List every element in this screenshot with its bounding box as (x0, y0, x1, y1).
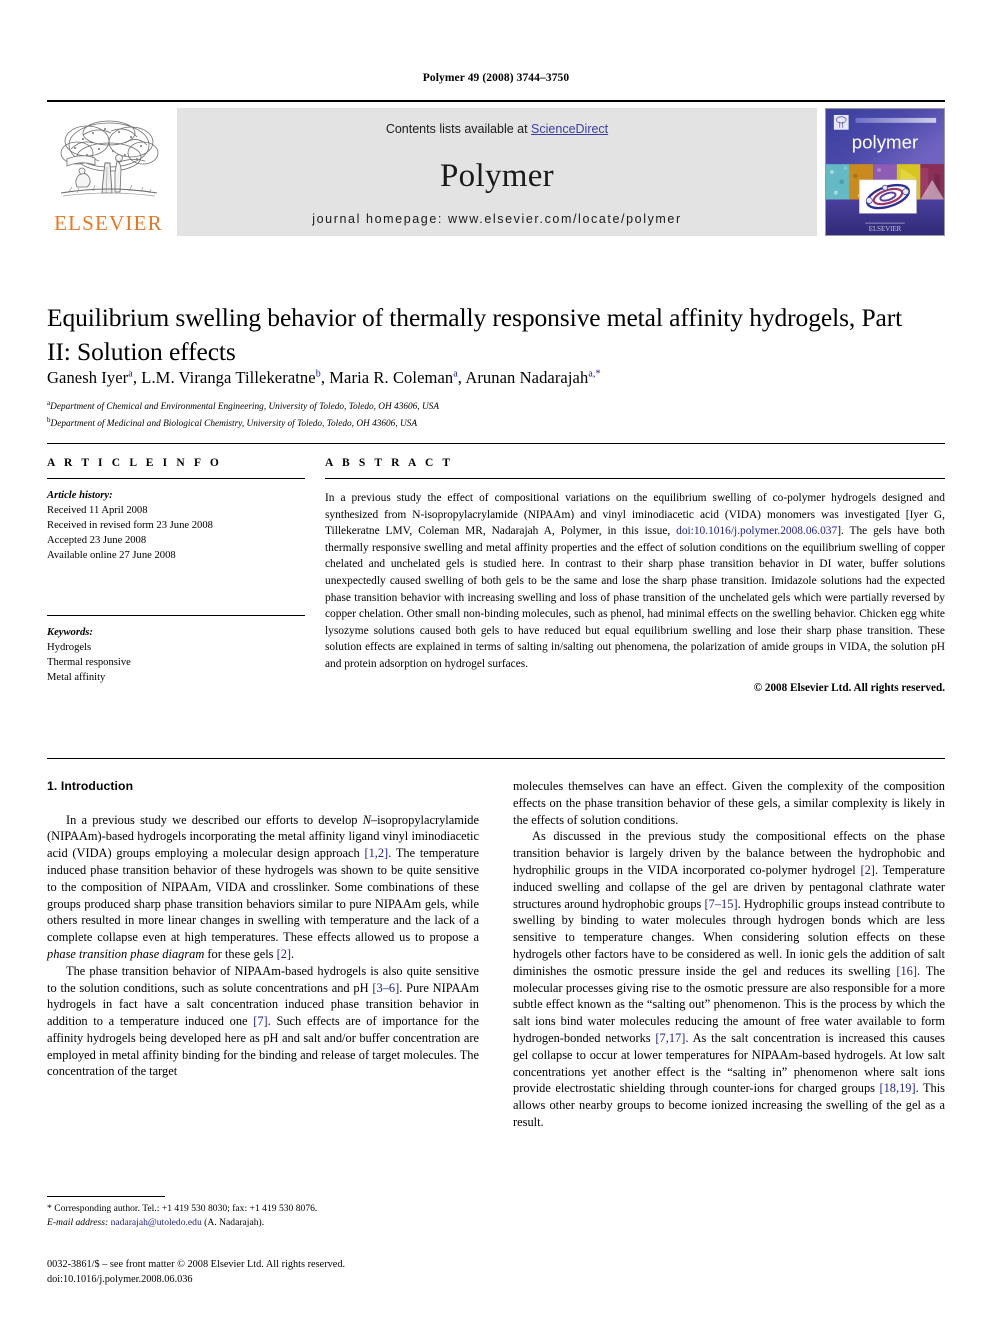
keywords-label: Keywords: (47, 627, 93, 639)
footnote-rule (47, 1196, 165, 1197)
email-line: E-mail address: nadarajah@utoledo.edu (A… (47, 1216, 479, 1230)
keyword-item: Metal affinity (47, 672, 106, 684)
history-item: Received in revised form 23 June 2008 (47, 520, 213, 532)
elsevier-logo: ELSEVIER (47, 108, 170, 236)
elsevier-wordmark: ELSEVIER (54, 211, 163, 235)
history-item: Available online 27 June 2008 (47, 550, 176, 562)
affiliation-a-text: Department of Chemical and Environmental… (50, 402, 439, 413)
body-column-right: molecules themselves can have an effect.… (513, 778, 945, 1131)
body-paragraph: The phase transition behavior of NIPAAm-… (47, 963, 479, 1079)
journal-title: Polymer (440, 158, 554, 194)
abstract-heading: A B S T R A C T (325, 457, 454, 469)
article-info-heading: A R T I C L E I N F O (47, 457, 222, 469)
journal-homepage-line[interactable]: journal homepage: www.elsevier.com/locat… (177, 212, 817, 226)
keyword-item: Hydrogels (47, 642, 92, 654)
page-footer: 0032-3861/$ – see front matter © 2008 El… (47, 1258, 507, 1287)
doi-line: doi:10.1016/j.polymer.2008.06.036 (47, 1273, 193, 1285)
journal-banner: Contents lists available at ScienceDirec… (177, 108, 817, 236)
author-list: Ganesh Iyera, L.M. Viranga Tillekeratneb… (47, 368, 601, 387)
body-paragraph: In a previous study we described our eff… (47, 812, 479, 961)
affiliation-a: aDepartment of Chemical and Environmenta… (47, 398, 937, 415)
sciencedirect-link[interactable]: ScienceDirect (531, 122, 608, 136)
info-block-top-rule (47, 443, 945, 444)
email-link[interactable]: nadarajah@utoledo.edu (111, 1217, 202, 1228)
keyword-item: Thermal responsive (47, 657, 131, 669)
contents-prefix: Contents lists available at (385, 122, 532, 136)
article-history: Article history: Received 11 April 2008 … (47, 488, 305, 563)
journal-masthead: ELSEVIER Contents lists available at Sci… (47, 100, 945, 236)
body-column-left: 1. Introduction In a previous study we d… (47, 778, 479, 1080)
keywords-rule (47, 615, 305, 617)
abstract-column: A B S T R A C T In a previous study the … (325, 457, 945, 694)
svg-text:ELSEVIER: ELSEVIER (869, 226, 902, 233)
contents-list-line: Contents lists available at ScienceDirec… (177, 108, 817, 136)
elsevier-tree-icon (53, 115, 165, 212)
journal-article-page: Polymer 49 (2008) 3744–3750 ELSEVIER Con… (0, 0, 992, 1323)
journal-cover-thumbnail: polymer ELSEVIER (825, 108, 945, 236)
info-block-bottom-rule (47, 758, 945, 759)
article-history-label: Article history: (47, 490, 113, 501)
history-item: Received 11 April 2008 (47, 505, 148, 517)
body-paragraph: As discussed in the previous study the c… (513, 829, 946, 1129)
corresponding-author-line: * Corresponding author. Tel.: +1 419 530… (47, 1203, 318, 1214)
history-item: Accepted 23 June 2008 (47, 535, 147, 547)
front-matter-line: 0032-3861/$ – see front matter © 2008 El… (47, 1259, 346, 1270)
affiliation-b-text: Department of Medicinal and Biological C… (50, 418, 418, 429)
page-title: Equilibrium swelling behavior of thermal… (47, 303, 903, 366)
article-info-rule (47, 478, 305, 479)
article-info-column: A R T I C L E I N F O Article history: R… (47, 457, 305, 685)
running-head: Polymer 49 (2008) 3744–3750 (422, 72, 570, 84)
keywords-group: Keywords: Hydrogels Thermal responsive M… (47, 625, 305, 685)
section-heading-introduction: 1. Introduction (47, 779, 134, 793)
abstract-rule (325, 478, 945, 479)
keywords-block: Keywords: Hydrogels Thermal responsive M… (47, 615, 305, 685)
affiliation-list: aDepartment of Chemical and Environmenta… (47, 398, 937, 431)
corresponding-author-footnote: * Corresponding author. Tel.: +1 419 530… (47, 1196, 479, 1229)
email-label: E-mail address: (47, 1216, 109, 1228)
abstract-text: In a previous study the effect of compos… (325, 492, 946, 670)
email-suffix: (A. Nadarajah). (204, 1216, 265, 1228)
abstract-copyright: © 2008 Elsevier Ltd. All rights reserved… (753, 681, 945, 694)
svg-text:polymer: polymer (852, 131, 918, 152)
body-paragraph: molecules themselves can have an effect.… (513, 779, 945, 827)
affiliation-b: bDepartment of Medicinal and Biological … (47, 415, 937, 432)
